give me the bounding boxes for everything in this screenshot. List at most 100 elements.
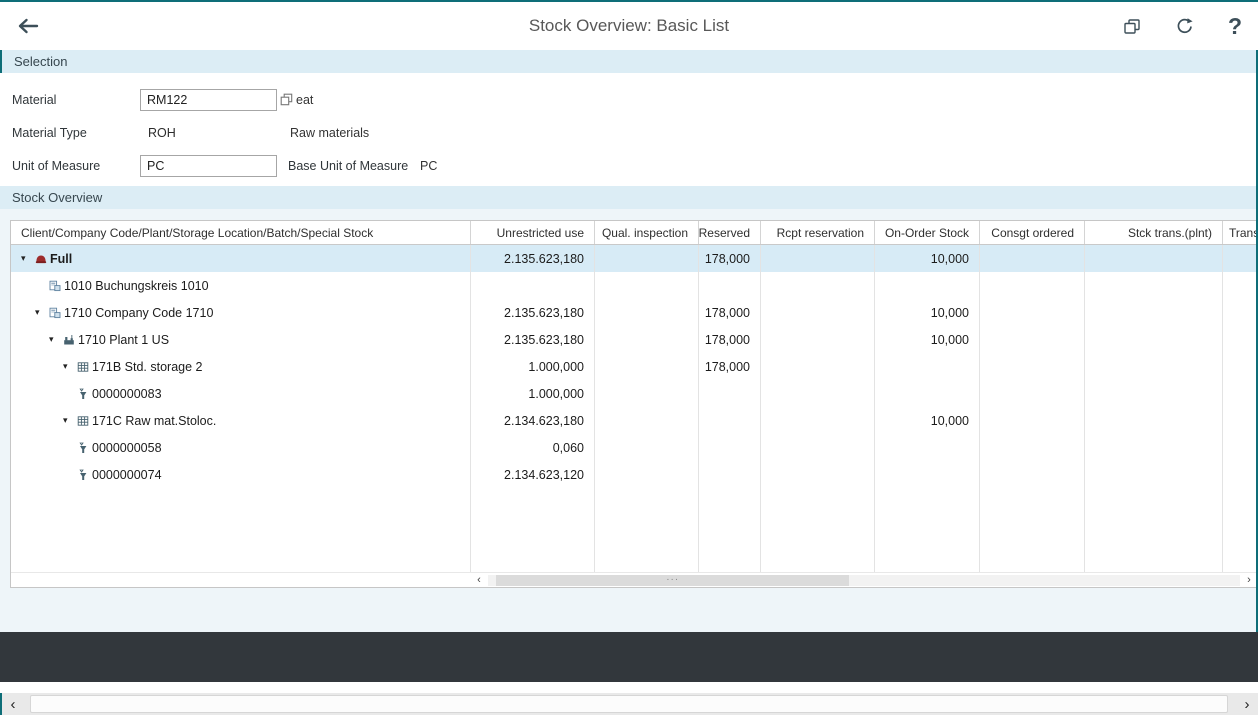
stock-value-cell xyxy=(761,407,875,434)
expand-icon[interactable]: ▾ xyxy=(49,334,63,345)
matchcode-icon[interactable] xyxy=(280,93,293,106)
refresh-icon[interactable] xyxy=(1175,17,1194,36)
stock-value-cell: 2.134.623,120 xyxy=(471,461,595,488)
batch-icon xyxy=(77,469,92,481)
column-header[interactable]: Trans xyxy=(1223,221,1258,244)
overlap-windows-icon[interactable] xyxy=(1123,18,1141,35)
stock-tree-row[interactable]: 1010 Buchungskreis 1010 xyxy=(11,272,1258,299)
table-filler-row xyxy=(11,488,1258,572)
stock-value-cell xyxy=(595,353,699,380)
stock-tree-row[interactable]: ▾ Full 2.135.623,180 178,000 10,000 xyxy=(11,245,1258,272)
page-scroll-left-icon[interactable]: ‹ xyxy=(2,697,24,712)
material-type-value: ROH xyxy=(148,125,176,140)
company-code-icon xyxy=(49,307,64,319)
stock-value-cell xyxy=(1085,353,1223,380)
stock-value-cell: 178,000 xyxy=(699,245,761,272)
column-header[interactable]: Client/Company Code/Plant/Storage Locati… xyxy=(11,221,471,244)
tree-cell: ▾ 1710 Plant 1 US xyxy=(11,326,471,353)
back-button[interactable] xyxy=(16,17,40,35)
stock-value-cell: 1.000,000 xyxy=(471,353,595,380)
column-header[interactable]: Qual. inspection xyxy=(595,221,699,244)
empty-cell xyxy=(11,488,471,572)
tree-node-label: 1010 Buchungskreis 1010 xyxy=(64,278,209,293)
stock-value-cell xyxy=(1085,272,1223,299)
unit-of-measure-input[interactable] xyxy=(140,154,277,177)
empty-cell xyxy=(471,488,595,572)
tree-node-label: 0000000074 xyxy=(92,467,162,482)
stock-value-cell xyxy=(980,326,1085,353)
company-code-icon xyxy=(49,280,64,292)
batch-icon xyxy=(77,442,92,454)
scroll-right-icon[interactable]: › xyxy=(1242,574,1256,586)
table-horizontal-scrollbar[interactable]: ‹ ··· › xyxy=(11,572,1258,587)
stock-value-cell: 1.000,000 xyxy=(471,380,595,407)
stock-value-cell xyxy=(1085,245,1223,272)
column-header[interactable]: Consgt ordered xyxy=(980,221,1085,244)
tree-cell: 1010 Buchungskreis 1010 xyxy=(11,272,471,299)
stock-value-cell xyxy=(980,353,1085,380)
tree-node-label: 1710 Plant 1 US xyxy=(78,332,170,347)
table-scrollbar-thumb[interactable]: ··· xyxy=(496,574,850,586)
selection-section-title: Selection xyxy=(14,54,68,69)
tree-node-label: 171C Raw mat.Stoloc. xyxy=(92,413,217,428)
stock-tree-row[interactable]: 0000000074 2.134.623,120 xyxy=(11,461,1258,488)
stock-value-cell xyxy=(1085,407,1223,434)
expand-icon[interactable]: ▾ xyxy=(21,253,35,264)
tree-cell: ▾ 1710 Company Code 1710 xyxy=(11,299,471,326)
stock-value-cell xyxy=(699,407,761,434)
material-input[interactable] xyxy=(140,88,277,111)
stock-tree-row[interactable]: 0000000058 0,060 xyxy=(11,434,1258,461)
stock-tree-row[interactable]: ▾ 1710 Company Code 1710 2.135.623,180 178,… xyxy=(11,299,1258,326)
stock-value-cell xyxy=(761,380,875,407)
stock-value-cell xyxy=(595,326,699,353)
back-arrow-icon xyxy=(18,18,39,34)
expand-icon[interactable]: ▾ xyxy=(63,361,77,372)
tree-cell: 0000000058 xyxy=(11,434,471,461)
stock-value-cell xyxy=(1085,299,1223,326)
column-header[interactable]: Rcpt reservation xyxy=(761,221,875,244)
plant-icon xyxy=(63,334,78,346)
stock-value-cell xyxy=(1085,461,1223,488)
page-scrollbar-thumb[interactable] xyxy=(30,695,1228,713)
empty-cell xyxy=(875,488,980,572)
stock-tree-row[interactable]: ▾ 1710 Plant 1 US 2.135.623,180 178,000 10,0… xyxy=(11,326,1258,353)
expand-icon[interactable]: ▾ xyxy=(35,307,49,318)
stock-value-cell xyxy=(1223,326,1258,353)
stock-value-cell xyxy=(980,299,1085,326)
stock-tree-row[interactable]: ▾ 171C Raw mat.Stoloc. 2.134.623,180 10,000 xyxy=(11,407,1258,434)
stock-value-cell xyxy=(980,245,1085,272)
empty-cell xyxy=(1223,488,1258,572)
stock-value-cell: 2.135.623,180 xyxy=(471,326,595,353)
help-icon[interactable]: ? xyxy=(1228,14,1242,38)
stock-value-cell xyxy=(875,461,980,488)
tree-cell: 0000000083 xyxy=(11,380,471,407)
column-header[interactable]: Unrestricted use xyxy=(471,221,595,244)
stock-value-cell xyxy=(980,407,1085,434)
stock-tree-row[interactable]: ▾ 171B Std. storage 2 1.000,000 178,000 xyxy=(11,353,1258,380)
tree-cell: ▾ 171C Raw mat.Stoloc. xyxy=(11,407,471,434)
stock-value-cell xyxy=(761,353,875,380)
stock-value-cell xyxy=(1085,434,1223,461)
stock-value-cell xyxy=(1223,272,1258,299)
stock-value-cell: 2.134.623,180 xyxy=(471,407,595,434)
expand-icon[interactable]: ▾ xyxy=(63,415,77,426)
material-type-row: Material Type ROH Raw materials xyxy=(12,116,1246,149)
base-unit-label: Base Unit of Measure xyxy=(288,158,409,173)
column-header[interactable]: Stck trans.(plnt) xyxy=(1085,221,1223,244)
stock-value-cell xyxy=(761,326,875,353)
page-scrollbar-track[interactable] xyxy=(24,693,1236,715)
stock-value-cell xyxy=(1223,434,1258,461)
footer-gap xyxy=(0,682,1258,693)
stock-value-cell xyxy=(595,299,699,326)
column-header[interactable]: On-Order Stock xyxy=(875,221,980,244)
material-type-description: Raw materials xyxy=(290,125,370,140)
stock-tree-row[interactable]: 0000000083 1.000,000 xyxy=(11,380,1258,407)
page-scroll-right-icon[interactable]: › xyxy=(1236,697,1258,712)
scroll-left-icon[interactable]: ‹ xyxy=(472,574,486,586)
column-header[interactable]: Reserved xyxy=(699,221,761,244)
stock-value-cell xyxy=(761,245,875,272)
table-scrollbar-track[interactable]: ··· xyxy=(488,574,1240,586)
page-horizontal-scrollbar[interactable]: ‹ › xyxy=(0,693,1258,715)
stock-value-cell xyxy=(1223,407,1258,434)
selection-form: Material eat Material Type ROH Raw mater… xyxy=(0,73,1258,186)
